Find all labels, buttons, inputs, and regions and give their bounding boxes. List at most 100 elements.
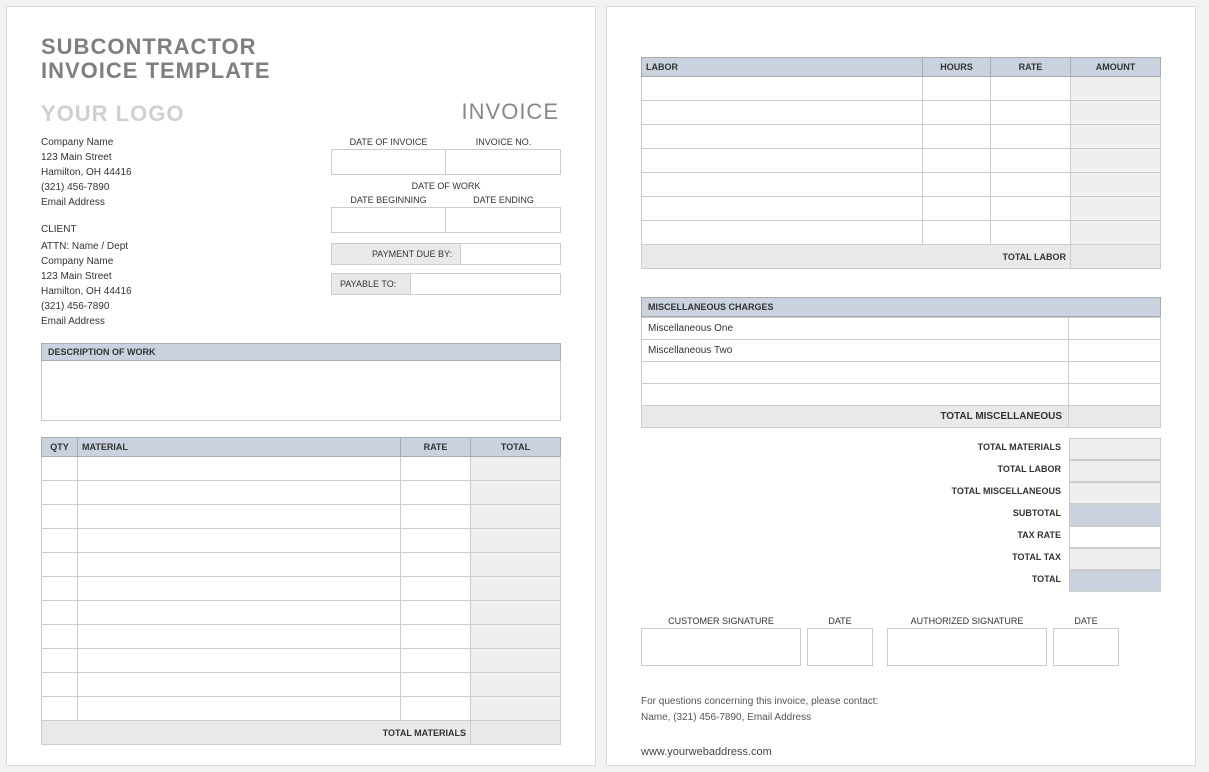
table-row bbox=[642, 149, 1161, 173]
doc-title-line1: SUBCONTRACTOR bbox=[41, 35, 561, 59]
table-row bbox=[642, 197, 1161, 221]
description-heading: DESCRIPTION OF WORK bbox=[41, 343, 561, 361]
client-phone: (321) 456-7890 bbox=[41, 299, 301, 314]
description-field[interactable] bbox=[41, 361, 561, 421]
table-row bbox=[642, 77, 1161, 101]
authorized-date-label: DATE bbox=[1053, 616, 1119, 628]
table-row bbox=[42, 625, 561, 649]
col-rate: RATE bbox=[401, 438, 471, 457]
date-beginning-field[interactable] bbox=[331, 207, 446, 233]
customer-date-field[interactable] bbox=[807, 628, 873, 666]
client-email: Email Address bbox=[41, 314, 301, 329]
misc-table: Miscellaneous One Miscellaneous Two TOTA… bbox=[641, 317, 1161, 428]
invoice-heading: INVOICE bbox=[462, 99, 559, 125]
table-row bbox=[42, 505, 561, 529]
authorized-date-field[interactable] bbox=[1053, 628, 1119, 666]
payment-due-field[interactable] bbox=[461, 243, 561, 265]
company-email: Email Address bbox=[41, 195, 301, 210]
table-row bbox=[642, 125, 1161, 149]
client-street: 123 Main Street bbox=[41, 269, 301, 284]
total-materials-label: TOTAL MATERIALS bbox=[42, 721, 471, 745]
summary-total-tax: TOTAL TAX bbox=[919, 548, 1069, 570]
company-street: 123 Main Street bbox=[41, 150, 301, 165]
misc-row-1[interactable]: Miscellaneous One bbox=[642, 318, 1069, 340]
date-of-invoice-field[interactable] bbox=[331, 149, 446, 175]
total-labor-label: TOTAL LABOR bbox=[642, 245, 1071, 269]
table-row bbox=[642, 362, 1161, 384]
invoice-meta-block: DATE OF INVOICE INVOICE NO. DATE OF WORK… bbox=[331, 135, 561, 329]
table-row bbox=[42, 529, 561, 553]
client-name: Company Name bbox=[41, 254, 301, 269]
col-labor: LABOR bbox=[642, 58, 923, 77]
summary-total-labor: TOTAL LABOR bbox=[919, 460, 1069, 482]
authorized-signature-field[interactable] bbox=[887, 628, 1047, 666]
web-address: www.yourwebaddress.com bbox=[641, 746, 1161, 758]
summary-tax-rate: TAX RATE bbox=[919, 526, 1069, 548]
total-misc-label: TOTAL MISCELLANEOUS bbox=[642, 406, 1069, 428]
summary-total: TOTAL bbox=[919, 570, 1069, 592]
total-materials-value bbox=[471, 721, 561, 745]
date-of-invoice-label: DATE OF INVOICE bbox=[331, 135, 446, 149]
client-heading: CLIENT bbox=[41, 222, 301, 237]
payable-to-label: PAYABLE TO: bbox=[331, 273, 411, 295]
table-row: Miscellaneous Two bbox=[642, 340, 1161, 362]
table-row bbox=[42, 649, 561, 673]
contact-block: For questions concerning this invoice, p… bbox=[641, 694, 1161, 726]
table-row bbox=[642, 173, 1161, 197]
company-city: Hamilton, OH 44416 bbox=[41, 165, 301, 180]
total-misc-value bbox=[1069, 406, 1161, 428]
col-labor-rate: RATE bbox=[991, 58, 1071, 77]
table-row bbox=[42, 457, 561, 481]
col-amount: AMOUNT bbox=[1071, 58, 1161, 77]
misc-row-2[interactable]: Miscellaneous Two bbox=[642, 340, 1069, 362]
date-beginning-label: DATE BEGINNING bbox=[331, 193, 446, 207]
col-total: TOTAL bbox=[471, 438, 561, 457]
summary-block: TOTAL MATERIALS TOTAL LABOR TOTAL MISCEL… bbox=[641, 438, 1161, 592]
contact-line-2: Name, (321) 456-7890, Email Address bbox=[641, 710, 1161, 726]
labor-total-row: TOTAL LABOR bbox=[642, 245, 1161, 269]
date-ending-field[interactable] bbox=[446, 207, 561, 233]
col-qty: QTY bbox=[42, 438, 78, 457]
total-labor-value bbox=[1071, 245, 1161, 269]
materials-total-row: TOTAL MATERIALS bbox=[42, 721, 561, 745]
summary-subtotal: SUBTOTAL bbox=[919, 504, 1069, 526]
table-row bbox=[42, 553, 561, 577]
table-row bbox=[42, 601, 561, 625]
col-material: MATERIAL bbox=[78, 438, 401, 457]
misc-total-row: TOTAL MISCELLANEOUS bbox=[642, 406, 1161, 428]
table-row bbox=[42, 697, 561, 721]
invoice-no-field[interactable] bbox=[446, 149, 561, 175]
customer-signature-label: CUSTOMER SIGNATURE bbox=[641, 616, 801, 628]
table-row bbox=[42, 673, 561, 697]
company-and-client-block: Company Name 123 Main Street Hamilton, O… bbox=[41, 135, 301, 329]
contact-line-1: For questions concerning this invoice, p… bbox=[641, 694, 1161, 710]
customer-signature-field[interactable] bbox=[641, 628, 801, 666]
invoice-page-2: LABOR HOURS RATE AMOUNT TOTAL LABOR MISC… bbox=[606, 6, 1196, 766]
table-row bbox=[42, 577, 561, 601]
customer-date-label: DATE bbox=[807, 616, 873, 628]
payment-due-label: PAYMENT DUE BY: bbox=[331, 243, 461, 265]
client-attn: ATTN: Name / Dept bbox=[41, 239, 301, 254]
table-row: Miscellaneous One bbox=[642, 318, 1161, 340]
company-phone: (321) 456-7890 bbox=[41, 180, 301, 195]
materials-table: QTY MATERIAL RATE TOTAL TOTAL MATERIALS bbox=[41, 437, 561, 745]
table-row bbox=[642, 221, 1161, 245]
table-row bbox=[642, 384, 1161, 406]
client-city: Hamilton, OH 44416 bbox=[41, 284, 301, 299]
summary-total-misc: TOTAL MISCELLANEOUS bbox=[919, 482, 1069, 504]
invoice-no-label: INVOICE NO. bbox=[446, 135, 561, 149]
invoice-page-1: SUBCONTRACTOR INVOICE TEMPLATE YOUR LOGO… bbox=[6, 6, 596, 766]
date-of-work-label: DATE OF WORK bbox=[331, 179, 561, 193]
labor-table: LABOR HOURS RATE AMOUNT TOTAL LABOR bbox=[641, 57, 1161, 269]
payable-to-field[interactable] bbox=[411, 273, 561, 295]
date-ending-label: DATE ENDING bbox=[446, 193, 561, 207]
company-name: Company Name bbox=[41, 135, 301, 150]
doc-title-line2: INVOICE TEMPLATE bbox=[41, 59, 561, 83]
summary-total-materials: TOTAL MATERIALS bbox=[919, 438, 1069, 460]
table-row bbox=[642, 101, 1161, 125]
table-row bbox=[42, 481, 561, 505]
misc-heading: MISCELLANEOUS CHARGES bbox=[641, 297, 1161, 317]
col-hours: HOURS bbox=[923, 58, 991, 77]
signature-section: CUSTOMER SIGNATURE DATE AUTHORIZED SIGNA… bbox=[641, 616, 1161, 666]
authorized-signature-label: AUTHORIZED SIGNATURE bbox=[887, 616, 1047, 628]
